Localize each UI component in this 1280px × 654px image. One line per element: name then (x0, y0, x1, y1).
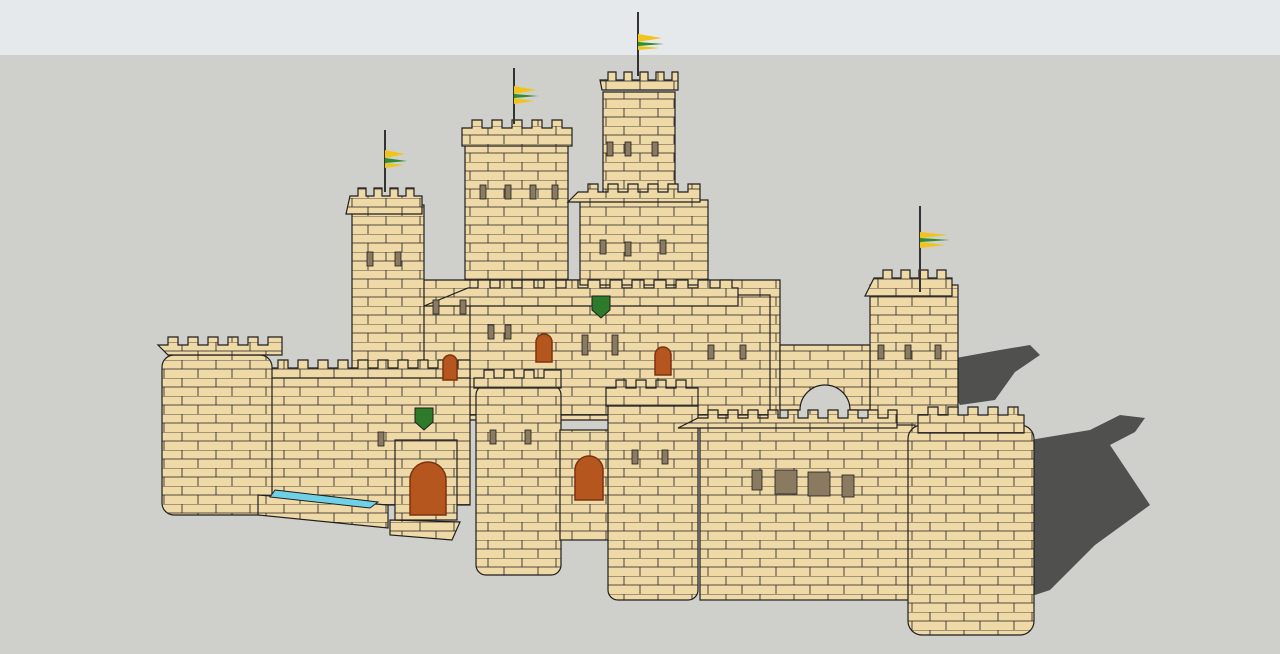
tower-left-front[interactable] (156, 336, 283, 516)
right-curtain-wall[interactable] (677, 409, 916, 601)
tower-center-left[interactable] (461, 119, 573, 281)
gatehouse-tower-right[interactable] (605, 379, 699, 601)
gate-arch[interactable] (559, 429, 611, 541)
left-entrance[interactable] (389, 439, 461, 541)
gatehouse-tower-left[interactable] (473, 369, 562, 576)
scene-canvas[interactable] (0, 0, 1280, 654)
3d-viewport[interactable] (0, 0, 1280, 654)
tower-right-front[interactable] (907, 406, 1035, 636)
